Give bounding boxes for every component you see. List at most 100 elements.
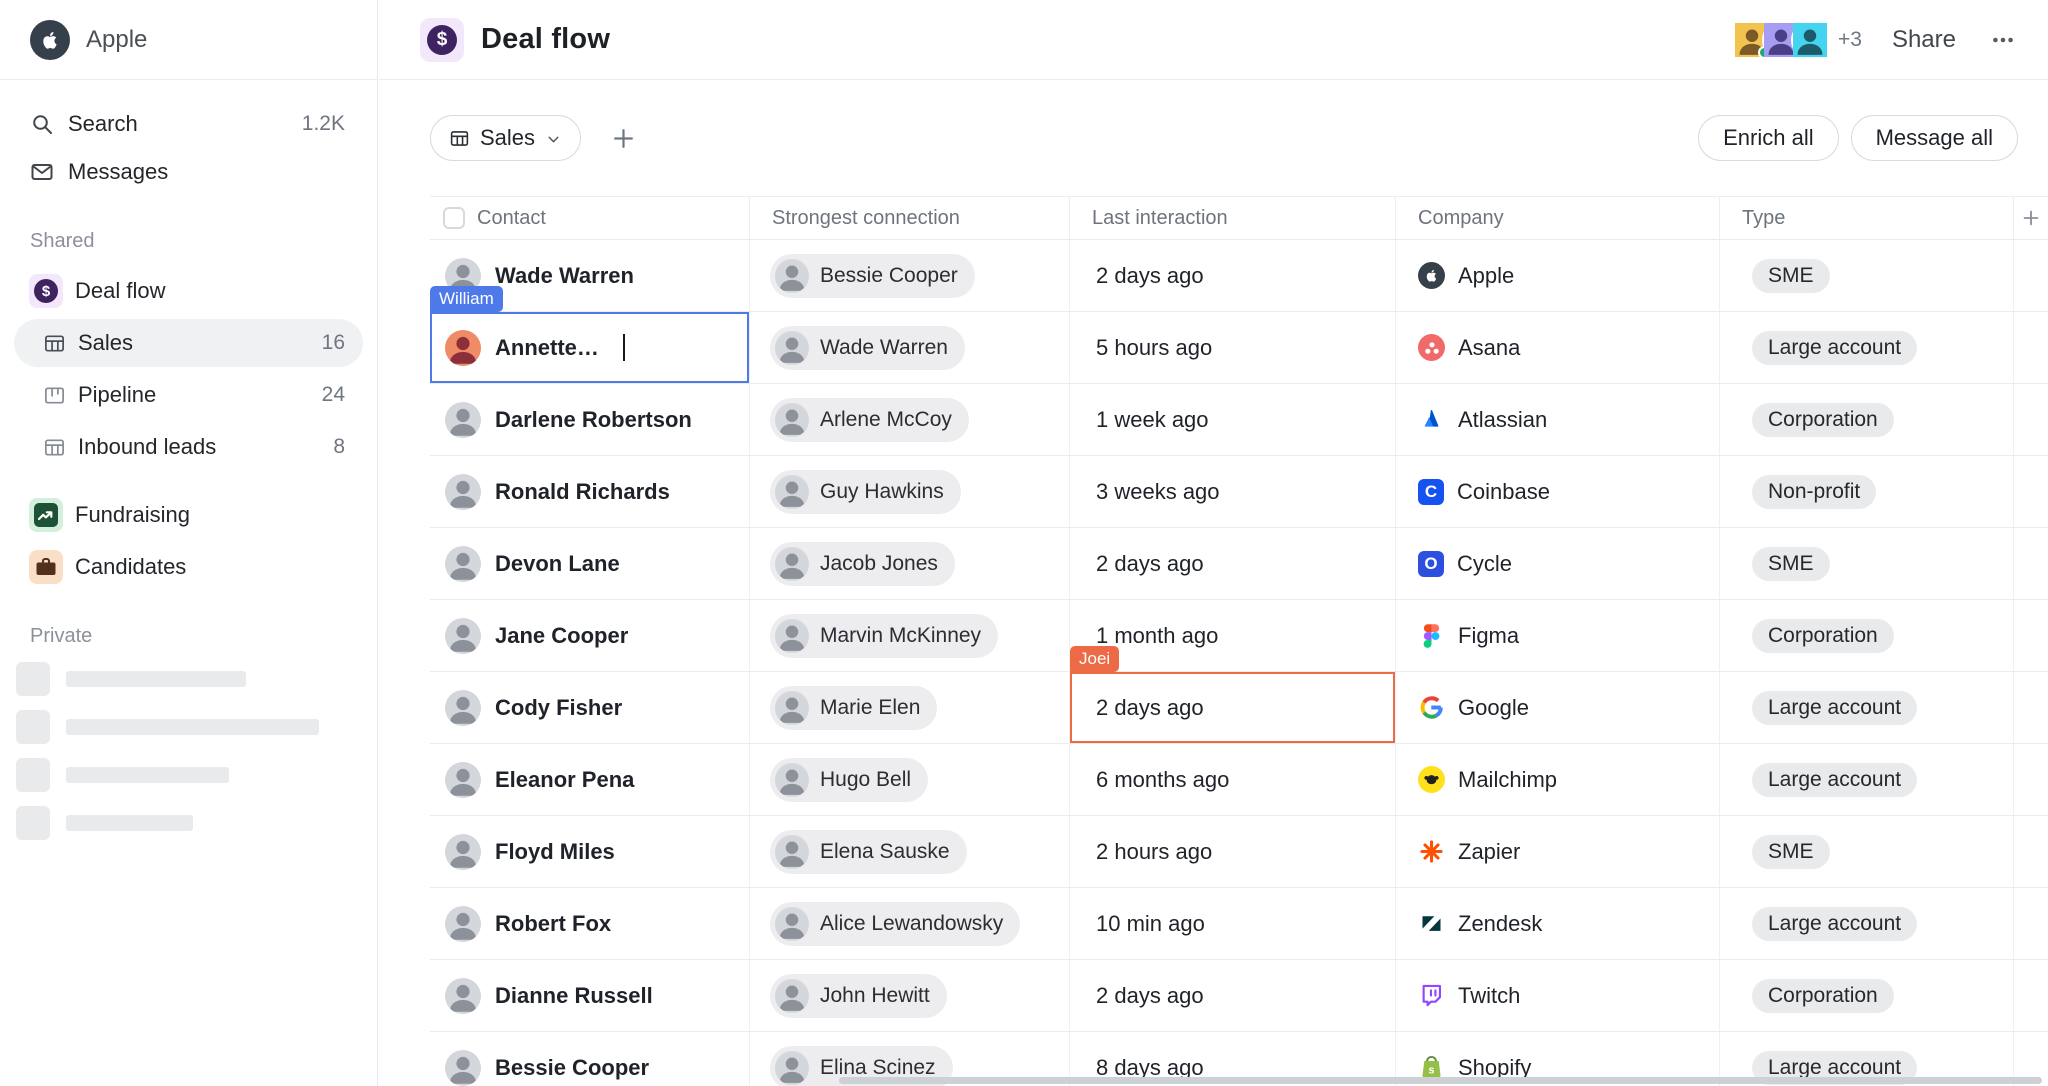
contact-cell[interactable]: Ronald Richards <box>430 456 750 527</box>
sidebar-item-sales[interactable]: Sales 16 <box>14 319 363 367</box>
contact-cell[interactable]: Cody Fisher <box>430 672 750 743</box>
connection-pill[interactable]: Guy Hawkins <box>770 470 961 514</box>
view-selector-button[interactable]: Sales <box>430 115 581 161</box>
connection-cell[interactable]: Jacob Jones <box>750 528 1070 599</box>
add-view-button[interactable] <box>605 120 641 156</box>
contact-cell[interactable]: Darlene Robertson <box>430 384 750 455</box>
deal-flow-icon: $ <box>29 274 63 308</box>
interaction-cell[interactable]: 2 hours ago <box>1070 816 1396 887</box>
share-button[interactable]: Share <box>1892 26 1956 54</box>
type-cell[interactable]: Large account <box>1720 744 2014 815</box>
connection-cell[interactable]: Wade Warren <box>750 312 1070 383</box>
table-view-icon <box>449 128 470 149</box>
connection-pill[interactable]: Marvin McKinney <box>770 614 998 658</box>
connection-pill[interactable]: Marie Elen <box>770 686 937 730</box>
company-name: Twitch <box>1458 983 1520 1009</box>
type-cell[interactable]: Large account <box>1720 888 2014 959</box>
company-cell[interactable]: Asana <box>1396 312 1720 383</box>
connection-pill[interactable]: John Hewitt <box>770 974 947 1018</box>
type-pill: Large account <box>1752 331 1917 365</box>
sidebar-item-search[interactable]: Search 1.2K <box>14 100 363 148</box>
interaction-cell[interactable]: 5 hours ago <box>1070 312 1396 383</box>
avatar-overflow-count[interactable]: +3 <box>1838 28 1862 52</box>
contact-cell[interactable]: Bessie Cooper <box>430 1032 750 1086</box>
connection-cell[interactable]: Guy Hawkins <box>750 456 1070 527</box>
connection-avatar <box>775 763 809 797</box>
company-cell[interactable]: Apple <box>1396 240 1720 311</box>
collaborator-avatars[interactable] <box>1733 21 1829 59</box>
add-column-button[interactable] <box>2014 197 2048 239</box>
interaction-cell[interactable]: 2 days ago <box>1070 960 1396 1031</box>
connection-pill[interactable]: Hugo Bell <box>770 758 928 802</box>
contact-cell[interactable]: Devon Lane <box>430 528 750 599</box>
contact-cell[interactable]: Floyd Miles <box>430 816 750 887</box>
interaction-cell[interactable]: Joei 2 days ago <box>1070 672 1396 743</box>
company-cell[interactable]: Figma <box>1396 600 1720 671</box>
company-cell[interactable]: Zapier <box>1396 816 1720 887</box>
contact-cell[interactable]: William Annette… <box>430 312 750 383</box>
sidebar-item-fundraising[interactable]: Fundraising <box>14 491 363 539</box>
interaction-cell[interactable]: 1 week ago <box>1070 384 1396 455</box>
table-row: Cody Fisher Marie Elen Joei 2 days ago G… <box>430 672 2048 744</box>
sidebar-item-pipeline[interactable]: Pipeline 24 <box>14 371 363 419</box>
connection-cell[interactable]: Elena Sauske <box>750 816 1070 887</box>
connection-pill[interactable]: Alice Lewandowsky <box>770 902 1020 946</box>
company-cell[interactable]: Google <box>1396 672 1720 743</box>
connection-cell[interactable]: Marvin McKinney <box>750 600 1070 671</box>
contact-cell[interactable]: Eleanor Pena <box>430 744 750 815</box>
twitch-logo-icon <box>1418 982 1445 1009</box>
company-cell[interactable]: Zendesk <box>1396 888 1720 959</box>
connection-pill[interactable]: Wade Warren <box>770 326 965 370</box>
interaction-cell[interactable]: 10 min ago <box>1070 888 1396 959</box>
connection-cell[interactable]: Hugo Bell <box>750 744 1070 815</box>
interaction-cell[interactable]: 3 weeks ago <box>1070 456 1396 527</box>
connection-cell[interactable]: Arlene McCoy <box>750 384 1070 455</box>
company-cell[interactable]: Twitch <box>1396 960 1720 1031</box>
collaborator-avatar-3[interactable] <box>1791 21 1829 59</box>
type-cell[interactable]: Non-profit <box>1720 456 2014 527</box>
workspace-switcher[interactable]: Apple <box>0 0 377 80</box>
type-cell[interactable]: Corporation <box>1720 384 2014 455</box>
more-menu-button[interactable] <box>1988 25 2018 55</box>
connection-pill[interactable]: Jacob Jones <box>770 542 955 586</box>
sidebar-item-inbound-leads[interactable]: Inbound leads 8 <box>14 423 363 471</box>
company-cell[interactable]: C Coinbase <box>1396 456 1720 527</box>
table-row: Eleanor Pena Hugo Bell 6 months ago Mail… <box>430 744 2048 816</box>
type-cell[interactable]: Corporation <box>1720 960 2014 1031</box>
type-cell[interactable]: SME <box>1720 816 2014 887</box>
contact-cell[interactable]: Jane Cooper <box>430 600 750 671</box>
type-cell[interactable]: Corporation <box>1720 600 2014 671</box>
connection-cell[interactable]: John Hewitt <box>750 960 1070 1031</box>
type-pill: Corporation <box>1752 619 1894 653</box>
sidebar-item-messages[interactable]: Messages <box>14 148 363 196</box>
connection-cell[interactable]: Marie Elen <box>750 672 1070 743</box>
connection-name: Arlene McCoy <box>820 408 952 432</box>
column-header-company: Company <box>1396 197 1720 239</box>
contact-cell[interactable]: Dianne Russell <box>430 960 750 1031</box>
company-cell[interactable]: O Cycle <box>1396 528 1720 599</box>
type-cell[interactable]: SME <box>1720 528 2014 599</box>
type-cell[interactable]: Large account <box>1720 312 2014 383</box>
contact-avatar <box>445 762 481 798</box>
company-cell[interactable]: Mailchimp <box>1396 744 1720 815</box>
company-cell[interactable]: Atlassian <box>1396 384 1720 455</box>
type-pill: SME <box>1752 835 1830 869</box>
message-all-button[interactable]: Message all <box>1851 115 2018 161</box>
connection-pill[interactable]: Elena Sauske <box>770 830 967 874</box>
interaction-value: 5 hours ago <box>1096 335 1212 361</box>
connection-pill[interactable]: Bessie Cooper <box>770 254 975 298</box>
connection-cell[interactable]: Bessie Cooper <box>750 240 1070 311</box>
select-all-checkbox[interactable] <box>443 207 465 229</box>
connection-pill[interactable]: Arlene McCoy <box>770 398 969 442</box>
enrich-all-button[interactable]: Enrich all <box>1698 115 1838 161</box>
connection-cell[interactable]: Alice Lewandowsky <box>750 888 1070 959</box>
interaction-cell[interactable]: 2 days ago <box>1070 240 1396 311</box>
interaction-cell[interactable]: 6 months ago <box>1070 744 1396 815</box>
type-cell[interactable]: SME <box>1720 240 2014 311</box>
sidebar-item-deal-flow[interactable]: $ Deal flow <box>14 267 363 315</box>
sidebar-item-candidates[interactable]: Candidates <box>14 543 363 591</box>
interaction-cell[interactable]: 2 days ago <box>1070 528 1396 599</box>
contact-cell[interactable]: Robert Fox <box>430 888 750 959</box>
type-cell[interactable]: Large account <box>1720 672 2014 743</box>
horizontal-scrollbar[interactable] <box>839 1077 2042 1084</box>
